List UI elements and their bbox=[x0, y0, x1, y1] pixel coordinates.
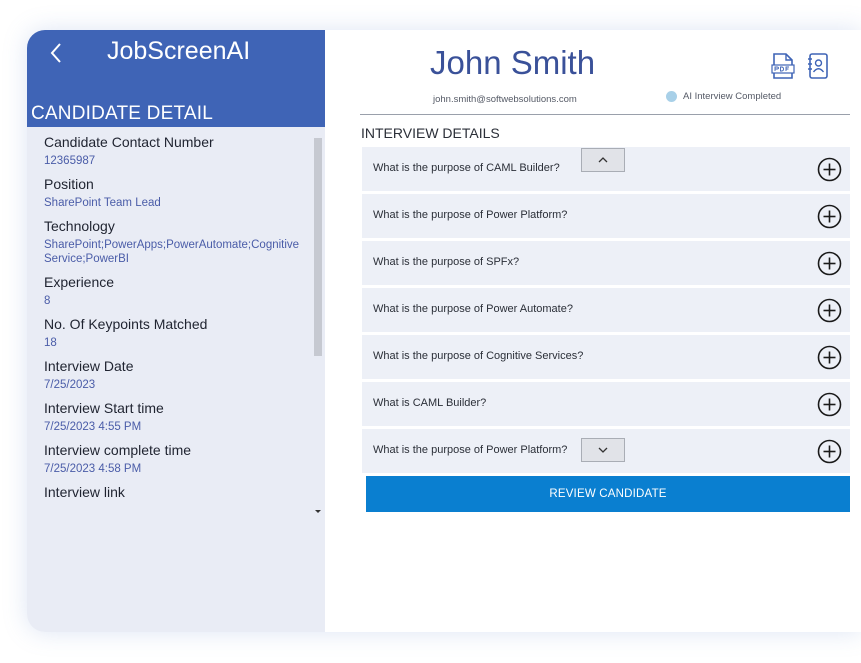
chevron-left-icon bbox=[50, 43, 61, 63]
detail-label: Interview Date bbox=[44, 358, 134, 374]
question-text: What is the purpose of Power Automate? bbox=[373, 303, 573, 315]
question-row[interactable]: What is the purpose of Power Platform? bbox=[362, 429, 850, 473]
detail-label: Technology bbox=[44, 218, 115, 234]
detail-label: Interview complete time bbox=[44, 442, 192, 458]
sidebar-header: JobScreenAI CANDIDATE DETAIL bbox=[27, 30, 325, 127]
profile-button[interactable] bbox=[806, 52, 830, 80]
question-text: What is the purpose of Power Platform? bbox=[373, 444, 568, 456]
question-text: What is the purpose of SPFx? bbox=[373, 256, 520, 268]
detail-value: 7/25/2023 bbox=[44, 379, 96, 391]
expand-dropdown-button[interactable] bbox=[581, 438, 625, 462]
review-candidate-button[interactable]: REVIEW CANDIDATE bbox=[366, 476, 850, 512]
plus-circle-icon bbox=[817, 298, 842, 323]
header-divider bbox=[360, 114, 850, 115]
detail-label: Position bbox=[44, 176, 94, 192]
app-title: JobScreenAI bbox=[107, 37, 251, 65]
scroll-down-arrow-icon[interactable] bbox=[315, 510, 321, 513]
question-row[interactable]: What is CAML Builder? bbox=[362, 382, 850, 426]
question-text: What is the purpose of Cognitive Service… bbox=[373, 350, 584, 362]
detail-value: SharePoint;PowerApps;PowerAutomate;Cogni… bbox=[44, 239, 300, 265]
detail-interview-start-time: Interview Start time 7/25/2023 4:55 PM bbox=[44, 399, 316, 434]
question-text: What is CAML Builder? bbox=[373, 397, 487, 409]
detail-value: 8 bbox=[44, 295, 51, 307]
detail-experience: Experience 8 bbox=[44, 273, 316, 308]
scrollbar-thumb[interactable] bbox=[314, 138, 322, 356]
pdf-file-icon bbox=[771, 53, 795, 79]
chevron-up-icon bbox=[598, 157, 608, 163]
section-title: CANDIDATE DETAIL bbox=[31, 103, 213, 124]
question-text: What is the purpose of CAML Builder? bbox=[373, 162, 560, 174]
expand-button[interactable] bbox=[817, 298, 842, 323]
detail-label: Candidate Contact Number bbox=[44, 134, 214, 150]
detail-keypoints-matched: No. Of Keypoints Matched 18 bbox=[44, 315, 316, 350]
detail-value: SharePoint Team Lead bbox=[44, 197, 161, 209]
expand-button[interactable] bbox=[817, 439, 842, 464]
candidate-detail-panel: JobScreenAI CANDIDATE DETAIL Candidate C… bbox=[27, 30, 325, 632]
detail-value: 12365987 bbox=[44, 155, 96, 167]
plus-circle-icon bbox=[817, 251, 842, 276]
question-text: What is the purpose of Power Platform? bbox=[373, 209, 568, 221]
expand-button[interactable] bbox=[817, 251, 842, 276]
chevron-down-icon bbox=[598, 447, 608, 453]
back-button[interactable] bbox=[45, 38, 69, 68]
contact-book-icon bbox=[808, 53, 828, 79]
plus-circle-icon bbox=[817, 204, 842, 229]
expand-button[interactable] bbox=[817, 392, 842, 417]
detail-label: No. Of Keypoints Matched bbox=[44, 316, 208, 332]
detail-contact-number: Candidate Contact Number 12365987 bbox=[44, 133, 316, 168]
detail-value: 7/25/2023 4:58 PM bbox=[44, 463, 142, 475]
detail-interview-link: Interview link bbox=[44, 483, 316, 502]
expand-button[interactable] bbox=[817, 345, 842, 370]
detail-label: Interview Start time bbox=[44, 400, 164, 416]
status-text: AI Interview Completed bbox=[683, 91, 782, 102]
detail-technology: Technology SharePoint;PowerApps;PowerAut… bbox=[44, 217, 316, 266]
question-row[interactable]: What is the purpose of SPFx? bbox=[362, 241, 850, 285]
plus-circle-icon bbox=[817, 439, 842, 464]
detail-label: Experience bbox=[44, 274, 115, 290]
status-badge: AI Interview Completed bbox=[666, 91, 781, 102]
detail-interview-date: Interview Date 7/25/2023 bbox=[44, 357, 316, 392]
collapse-button[interactable] bbox=[581, 148, 625, 172]
app-window: JobScreenAI CANDIDATE DETAIL Candidate C… bbox=[27, 30, 861, 632]
candidate-name: John Smith bbox=[430, 44, 596, 81]
detail-scrollbar[interactable] bbox=[314, 138, 322, 513]
detail-value: 18 bbox=[44, 337, 57, 349]
question-row[interactable]: What is the purpose of Power Platform? bbox=[362, 194, 850, 238]
interview-panel: John Smith john.smith@softwebsolutions.c… bbox=[325, 30, 861, 632]
candidate-email: john.smith@softwebsolutions.com bbox=[433, 94, 577, 105]
question-row[interactable]: What is the purpose of Power Automate? bbox=[362, 288, 850, 332]
expand-button[interactable] bbox=[817, 157, 842, 182]
plus-circle-icon bbox=[817, 345, 842, 370]
pdf-button[interactable] bbox=[771, 53, 795, 79]
question-list: What is the purpose of CAML Builder? Wha… bbox=[362, 147, 850, 476]
detail-list: Candidate Contact Number 12365987 Positi… bbox=[44, 133, 316, 509]
detail-position: Position SharePoint Team Lead bbox=[44, 175, 316, 210]
question-row[interactable]: What is the purpose of Cognitive Service… bbox=[362, 335, 850, 379]
detail-value: 7/25/2023 4:55 PM bbox=[44, 421, 142, 433]
detail-interview-complete-time: Interview complete time 7/25/2023 4:58 P… bbox=[44, 441, 316, 476]
detail-label: Interview link bbox=[44, 484, 125, 500]
plus-circle-icon bbox=[817, 392, 842, 417]
status-dot bbox=[666, 91, 677, 102]
interview-details-title: INTERVIEW DETAILS bbox=[361, 125, 500, 141]
plus-circle-icon bbox=[817, 157, 842, 182]
expand-button[interactable] bbox=[817, 204, 842, 229]
question-row[interactable]: What is the purpose of CAML Builder? bbox=[362, 147, 850, 191]
